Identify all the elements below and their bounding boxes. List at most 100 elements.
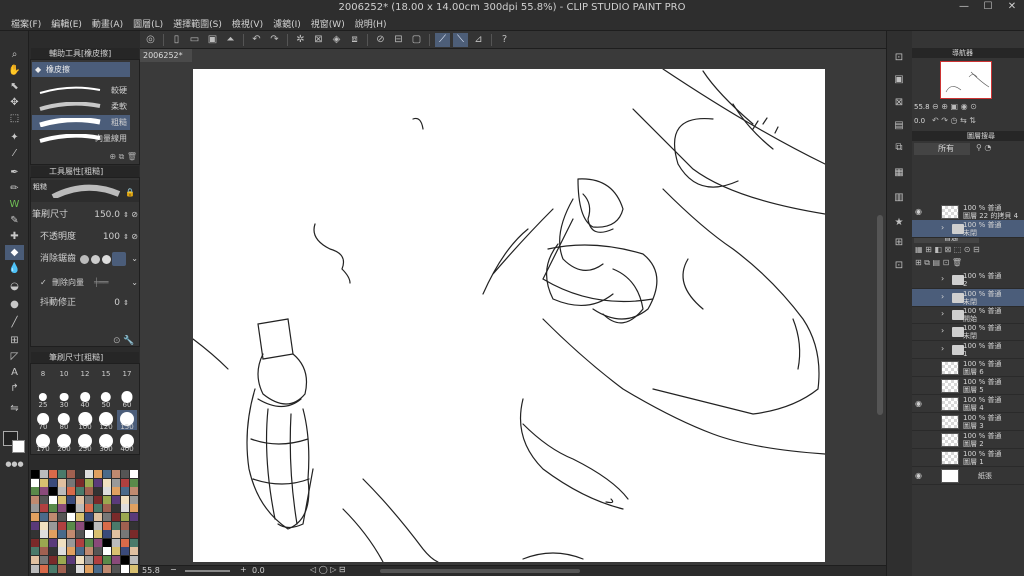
brush-size-cell[interactable]: 80 [54,410,74,431]
palette-color-cell[interactable] [103,547,111,556]
brush-size-cell[interactable]: 70 [33,410,53,431]
layer-row[interactable]: › 100 % 普通 未閉 [912,289,1024,307]
palette-color-cell[interactable] [112,504,120,513]
undo-icon[interactable]: ↶ [249,33,264,47]
favorites-panel-icon[interactable]: ★ [891,216,907,230]
chevron-right-icon[interactable]: › [941,309,944,318]
item-bank-panel-icon[interactable]: ⊡ [891,259,907,273]
subview-panel-icon[interactable]: ▣ [891,73,907,87]
palette-color-cell[interactable] [58,564,66,573]
operation-tool-icon[interactable]: ↱ [5,381,24,396]
palette-color-cell[interactable] [112,470,120,478]
history-panel-icon[interactable]: ▦ [891,166,907,180]
palette-color-cell[interactable] [49,470,57,478]
palette-color-cell[interactable] [130,478,138,487]
menu-view[interactable]: 檢視(V) [227,16,268,30]
palette-color-cell[interactable] [112,521,120,530]
navigator-angle-value[interactable]: 0.0 [914,117,925,125]
palette-color-cell[interactable] [112,547,120,556]
palette-color-cell[interactable] [121,513,129,521]
transform-icon[interactable]: ⧈ [347,33,362,47]
palette-color-cell[interactable] [31,538,39,547]
brush-item-hard[interactable]: 較硬 [32,83,130,98]
palette-color-cell[interactable] [58,556,66,564]
chevron-right-icon[interactable]: › [941,292,944,301]
horizontal-scrollbar[interactable] [380,569,580,573]
layer-row[interactable]: 100 % 普通 圖層 1 [912,449,1024,467]
antialias-medium[interactable] [102,255,111,264]
palette-color-cell[interactable] [112,564,120,573]
palette-color-cell[interactable] [85,478,93,487]
stepper-icon[interactable]: ⇕ [123,229,129,245]
palette-color-cell[interactable] [76,564,84,573]
antialias-weak[interactable] [91,255,100,264]
palette-color-cell[interactable] [76,470,84,478]
palette-color-cell[interactable] [67,564,75,573]
redo-icon[interactable]: ↷ [267,33,282,47]
palette-color-cell[interactable] [130,564,138,573]
open-file-icon[interactable]: ▭ [187,33,202,47]
fill-tool-icon[interactable]: ◒ [5,279,24,294]
brush-size-cell[interactable]: 60 [117,388,137,409]
opacity-row[interactable]: 不透明度 100 ⇕ ⊘ [30,229,140,245]
palette-color-cell[interactable] [94,504,102,513]
brush-size-cell[interactable]: 17 [117,366,137,386]
palette-color-cell[interactable] [31,495,39,504]
palette-color-cell[interactable] [130,470,138,478]
palette-color-cell[interactable] [67,521,75,530]
brush-size-cell[interactable]: 170 [33,432,53,453]
menu-file[interactable]: 檔案(F) [6,16,46,30]
palette-color-cell[interactable] [40,504,48,513]
brush-size-cell[interactable]: 150 [117,410,137,431]
layer-search-icons[interactable]: ⚲ ◔ [976,143,991,152]
brush-size-cell[interactable]: 10 [54,366,74,386]
palette-color-cell[interactable] [85,470,93,478]
zoom-slider[interactable] [185,570,230,572]
palette-color-cell[interactable] [94,470,102,478]
sub-color-swatch[interactable] [12,440,25,453]
antialias-strong[interactable] [112,252,126,266]
pencil-tool-icon[interactable]: ✏ [5,181,24,196]
delete-vector-row[interactable]: ✓ 刪除向量 ╪══ ⌄ [30,275,140,291]
text-tool-icon[interactable]: A [5,365,24,380]
auto-action-panel-icon[interactable]: ⊞ [891,236,907,250]
hand-tool-icon[interactable]: ✋ [5,63,24,78]
palette-color-cell[interactable] [76,547,84,556]
palette-color-cell[interactable] [67,538,75,547]
figure-tool-icon[interactable]: ╱ [5,315,24,330]
menu-edit[interactable]: 編輯(E) [46,16,87,30]
chevron-right-icon[interactable]: › [941,326,944,335]
palette-color-cell[interactable] [31,530,39,539]
menu-help[interactable]: 說明(H) [350,16,392,30]
layer-row[interactable]: 100 % 普通 圖層 2 [912,431,1024,449]
palette-color-cell[interactable] [58,478,66,487]
layer-row[interactable]: › 100 % 普通 未閉 [912,220,1024,238]
palette-color-cell[interactable] [67,513,75,521]
layer-row[interactable]: ◉ 紙張 [912,467,1024,485]
magic-wand-tool-icon[interactable]: ✦ [5,130,24,145]
palette-color-cell[interactable] [103,538,111,547]
palette-color-cell[interactable] [76,478,84,487]
brush-size-cell[interactable]: 120 [96,410,116,431]
layer-row[interactable]: › 100 % 普通 開始 [912,306,1024,324]
palette-color-cell[interactable] [112,495,120,504]
palette-color-cell[interactable] [40,495,48,504]
menu-window[interactable]: 視窗(W) [306,16,350,30]
subtool-footer-icons[interactable]: ⊕ ⧉ 🗑 [109,152,137,162]
pressure-icon[interactable]: ⊘ [131,229,138,245]
layer-property-panel-icon[interactable]: ▤ [891,119,907,133]
brush-size-cell[interactable]: 200 [54,432,74,453]
palette-color-cell[interactable] [103,521,111,530]
chevron-right-icon[interactable]: › [941,344,944,353]
invert-selection-icon[interactable]: ⊟ [391,33,406,47]
palette-color-cell[interactable] [103,530,111,539]
palette-color-cell[interactable] [121,521,129,530]
selection-tool-icon[interactable]: ⬚ [5,111,24,126]
balloon-tool-icon[interactable]: ◸ [5,349,24,364]
pressure-icon[interactable]: ⊘ [131,207,138,223]
palette-color-cell[interactable] [94,487,102,496]
palette-color-cell[interactable] [85,521,93,530]
palette-color-cell[interactable] [130,521,138,530]
palette-color-cell[interactable] [112,487,120,496]
palette-color-cell[interactable] [31,478,39,487]
